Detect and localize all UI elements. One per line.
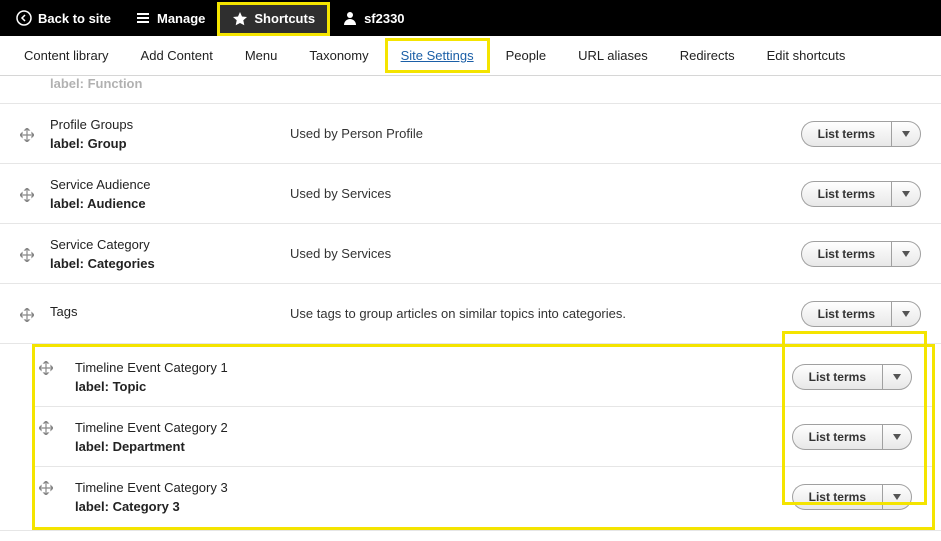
list-terms-dropdown[interactable] <box>882 364 912 390</box>
vocab-label: label: Group <box>50 136 290 151</box>
table-row: Timeline Event Category 3 label: Categor… <box>35 467 932 527</box>
caret-down-icon <box>902 311 910 317</box>
list-terms-splitbutton: List terms <box>801 181 921 207</box>
hamburger-icon <box>135 10 151 26</box>
list-terms-button[interactable]: List terms <box>801 241 891 267</box>
vocab-label: label: Topic <box>75 379 315 394</box>
list-terms-splitbutton: List terms <box>801 301 921 327</box>
vocab-title: Timeline Event Category 2 <box>75 420 315 435</box>
drag-handle-icon[interactable] <box>20 248 34 262</box>
table-row: Profile Groups label: Group Used by Pers… <box>0 104 941 164</box>
user-menu[interactable]: sf2330 <box>330 0 416 36</box>
list-terms-button[interactable]: List terms <box>792 364 882 390</box>
caret-down-icon <box>902 191 910 197</box>
drag-handle-icon[interactable] <box>39 361 53 375</box>
subnav-url-aliases[interactable]: URL aliases <box>562 38 664 73</box>
table-row: Service Category label: Categories Used … <box>0 224 941 284</box>
highlighted-rows: Timeline Event Category 1 label: Topic L… <box>32 344 935 530</box>
caret-down-icon <box>902 131 910 137</box>
vocab-label: label: Audience <box>50 196 290 211</box>
vocab-description: Used by Person Profile <box>290 126 751 141</box>
vocab-description: Used by Services <box>290 246 751 261</box>
back-arrow-icon <box>16 10 32 26</box>
table-row: Service Audience label: Audience Used by… <box>0 164 941 224</box>
list-terms-button[interactable]: List terms <box>801 301 891 327</box>
drag-handle-icon[interactable] <box>39 481 53 495</box>
drag-handle-icon[interactable] <box>20 128 34 142</box>
vocab-label: label: Department <box>75 439 315 454</box>
vocab-title: Service Audience <box>50 177 290 192</box>
subnav-add-content[interactable]: Add Content <box>125 38 229 73</box>
list-terms-button[interactable]: List terms <box>801 121 891 147</box>
subnav-menu[interactable]: Menu <box>229 38 294 73</box>
table-row: Timeline Event Category 1 label: Topic L… <box>35 347 932 407</box>
manage-label: Manage <box>157 11 205 26</box>
back-to-site-button[interactable]: Back to site <box>4 0 123 36</box>
subnav-content-library[interactable]: Content library <box>8 38 125 73</box>
drag-handle-icon[interactable] <box>20 308 34 322</box>
star-icon <box>232 11 248 27</box>
vocab-title: Timeline Event Category 1 <box>75 360 315 375</box>
vocabulary-table: label: Function Profile Groups label: Gr… <box>0 76 941 541</box>
admin-subnav: Content library Add Content Menu Taxonom… <box>0 36 941 76</box>
list-terms-splitbutton: List terms <box>801 241 921 267</box>
list-terms-dropdown[interactable] <box>882 424 912 450</box>
drag-handle-icon[interactable] <box>20 188 34 202</box>
list-terms-splitbutton: List terms <box>792 364 912 390</box>
vocab-label: label: Function <box>50 76 290 91</box>
back-to-site-label: Back to site <box>38 11 111 26</box>
vocab-label: label: Categories <box>50 256 290 271</box>
subnav-edit-shortcuts[interactable]: Edit shortcuts <box>751 38 862 73</box>
list-terms-button[interactable]: List terms <box>792 424 882 450</box>
vocab-title: Service Category <box>50 237 290 252</box>
subnav-taxonomy[interactable]: Taxonomy <box>293 38 384 73</box>
list-terms-splitbutton: List terms <box>792 424 912 450</box>
admin-topbar: Back to site Manage Shortcuts sf2330 <box>0 0 941 36</box>
subnav-redirects[interactable]: Redirects <box>664 38 751 73</box>
list-terms-button[interactable]: List terms <box>801 181 891 207</box>
vocab-title: Tags <box>50 304 290 319</box>
list-terms-splitbutton: List terms <box>801 121 921 147</box>
vocab-title: Profile Groups <box>50 117 290 132</box>
vocab-title: Timeline Event Category 3 <box>75 480 315 495</box>
drag-handle-icon[interactable] <box>39 421 53 435</box>
list-terms-dropdown[interactable] <box>891 241 921 267</box>
shortcuts-button[interactable]: Shortcuts <box>217 2 330 36</box>
caret-down-icon <box>902 251 910 257</box>
list-terms-dropdown[interactable] <box>891 181 921 207</box>
caret-down-icon <box>893 374 901 380</box>
table-row: Tags Use tags to group articles on simil… <box>0 284 941 344</box>
caret-down-icon <box>893 434 901 440</box>
subnav-people[interactable]: People <box>490 38 562 73</box>
vocab-description: Used by Services <box>290 186 751 201</box>
table-row: label: Function <box>0 76 941 104</box>
table-row: Timeline Event Category 2 label: Departm… <box>35 407 932 467</box>
vocab-description: Use tags to group articles on similar to… <box>290 306 751 321</box>
caret-down-icon <box>893 494 901 500</box>
shortcuts-label: Shortcuts <box>254 11 315 26</box>
user-icon <box>342 10 358 26</box>
list-terms-dropdown[interactable] <box>891 301 921 327</box>
list-terms-button[interactable]: List terms <box>792 484 882 510</box>
manage-button[interactable]: Manage <box>123 0 217 36</box>
list-terms-splitbutton: List terms <box>792 484 912 510</box>
list-terms-dropdown[interactable] <box>882 484 912 510</box>
user-label: sf2330 <box>364 11 404 26</box>
list-terms-dropdown[interactable] <box>891 121 921 147</box>
subnav-site-settings[interactable]: Site Settings <box>385 38 490 73</box>
